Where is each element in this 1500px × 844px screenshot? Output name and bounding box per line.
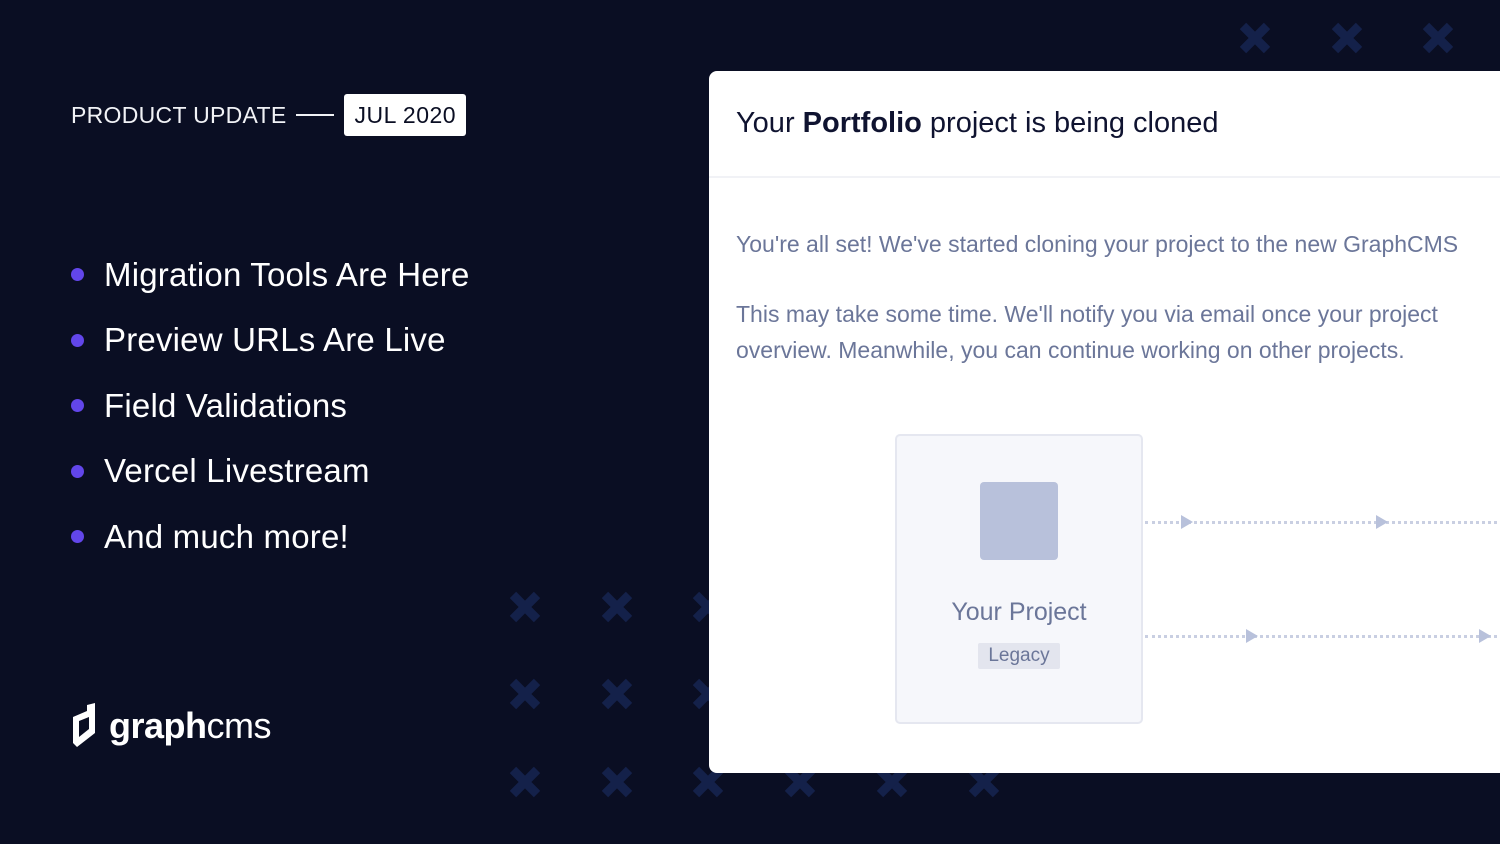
x-pattern-icon	[509, 766, 541, 798]
title-project-name: Portfolio	[802, 107, 922, 139]
x-pattern-icon	[1239, 22, 1271, 54]
feature-item: Migration Tools Are Here	[71, 242, 470, 308]
dash-divider	[296, 114, 335, 116]
flow-line-top	[1145, 521, 1500, 524]
x-pattern-icon	[1422, 22, 1454, 54]
feature-label: Vercel Livestream	[104, 452, 370, 490]
product-update-header: PRODUCT UPDATE JUL 2020	[71, 94, 467, 136]
bullet-icon	[71, 333, 84, 347]
project-name: Your Project	[951, 598, 1087, 626]
flow-line-bottom	[1145, 635, 1500, 638]
x-pattern-icon	[509, 678, 541, 710]
feature-label: Field Validations	[104, 386, 348, 424]
graphcms-logo-icon	[73, 703, 95, 747]
graphcms-logo: graphcms	[71, 703, 272, 749]
feature-label: Migration Tools Are Here	[104, 255, 470, 293]
feature-item: Preview URLs Are Live	[71, 308, 470, 374]
project-card: Your Project Legacy	[895, 434, 1143, 724]
arrow-right-icon	[1479, 629, 1491, 643]
wordmark-light: cms	[206, 705, 272, 746]
dialog-header: Your Portfolio project is being cloned	[709, 71, 1500, 178]
bullet-icon	[71, 268, 84, 282]
dialog-paragraph-2: This may take some time. We'll notify yo…	[736, 296, 1500, 368]
paragraph-2-line-1: This may take some time. We'll notify yo…	[736, 301, 1438, 327]
feature-label: And much more!	[104, 517, 349, 555]
arrow-right-icon	[1376, 515, 1388, 529]
clone-dialog: Your Portfolio project is being cloned Y…	[709, 71, 1500, 773]
project-tag: Legacy	[978, 643, 1060, 669]
dialog-body: You're all set! We've started cloning yo…	[709, 178, 1500, 368]
x-pattern-icon	[509, 591, 541, 623]
wordmark-bold: graph	[109, 705, 207, 746]
dialog-title: Your Portfolio project is being cloned	[736, 107, 1219, 140]
bullet-icon	[71, 399, 84, 413]
arrow-right-icon	[1181, 515, 1193, 529]
feature-item: Field Validations	[71, 373, 470, 439]
x-pattern-icon	[601, 766, 633, 798]
bullet-icon	[71, 464, 84, 478]
x-pattern-icon	[601, 678, 633, 710]
feature-item: And much more!	[71, 504, 470, 570]
bullet-icon	[71, 530, 84, 544]
dialog-paragraph-1: You're all set! We've started cloning yo…	[736, 231, 1459, 257]
feature-item: Vercel Livestream	[71, 439, 470, 505]
date-badge: JUL 2020	[344, 94, 467, 136]
arrow-right-icon	[1246, 629, 1258, 643]
product-update-label: PRODUCT UPDATE	[71, 101, 287, 128]
title-prefix: Your	[736, 107, 803, 139]
paragraph-2-line-2: overview. Meanwhile, you can continue wo…	[736, 337, 1405, 363]
title-suffix: project is being cloned	[921, 107, 1219, 139]
x-pattern-icon	[601, 591, 633, 623]
x-pattern-icon	[1331, 22, 1363, 54]
feature-list: Migration Tools Are Here Preview URLs Ar…	[71, 242, 470, 570]
feature-label: Preview URLs Are Live	[104, 321, 446, 359]
project-thumbnail	[980, 482, 1058, 560]
graphcms-wordmark: graphcms	[109, 705, 272, 747]
